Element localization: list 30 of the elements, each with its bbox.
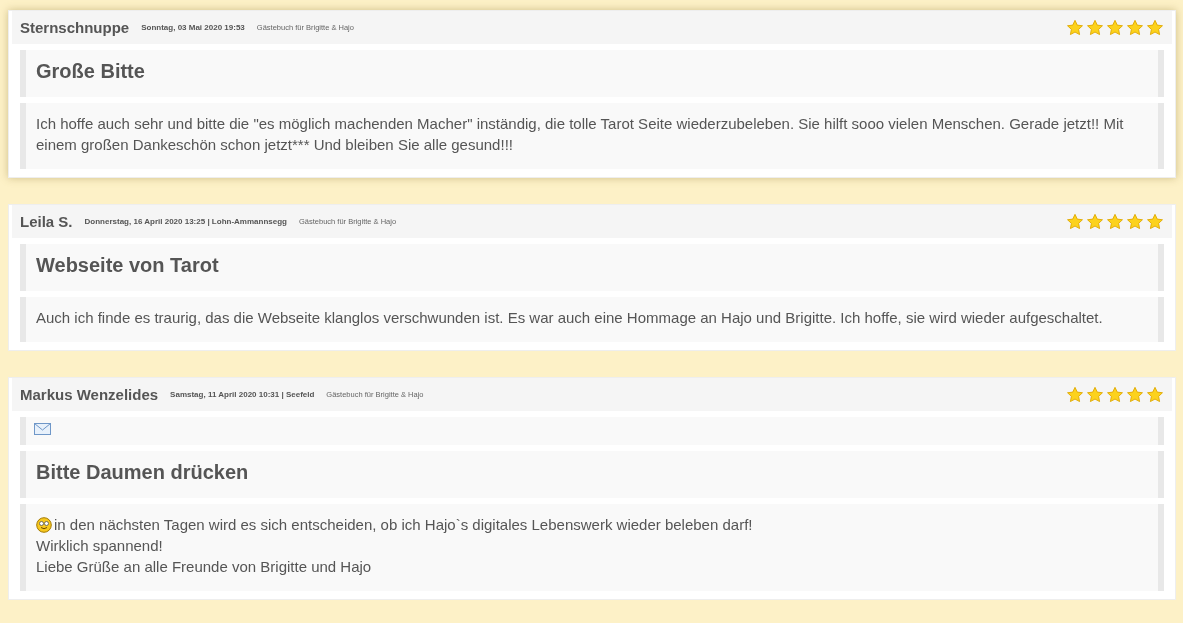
entry-date: Sonntag, 03 Mai 2020 19:53: [141, 23, 245, 32]
star-icon: [1066, 385, 1084, 404]
star-icon: [1066, 18, 1084, 37]
star-icon: [1086, 18, 1104, 37]
star-icon: [1106, 385, 1124, 404]
star-icon: [1086, 385, 1104, 404]
author-name: Leila S.: [20, 213, 73, 230]
star-icon: [1126, 18, 1144, 37]
star-icon: [1146, 18, 1164, 37]
author-name: Markus Wenzelides: [20, 386, 159, 403]
entry-date: Samstag, 11 April 2020 10:31 | Seefeld: [170, 390, 315, 399]
star-icon: [1126, 212, 1144, 231]
entry-text: Liebe Grüße an alle Freunde von Brigitte und Hajo: [36, 557, 372, 577]
star-icon: [1146, 385, 1164, 404]
entry-date: Donnerstag, 16 April 2020 13:25 | Lohn-Ammannsegg: [84, 217, 287, 226]
star-icon: [1106, 212, 1124, 231]
star-icon: [1126, 385, 1144, 404]
entry-text: in den nächsten Tagen wird es sich entscheiden, ob ich Hajo`s digitales Lebenswerk wieder beleben darf!: [54, 515, 753, 535]
star-icon: [1106, 18, 1124, 37]
entry-title: Webseite von Tarot: [36, 254, 220, 277]
entry-text: Auch ich finde es traurig, das die Webseite klanglos verschwunden ist. Es war auch eine Hommage an Hajo und Brigitte. Ich hoffe, sie wird wieder aufgeschaltet.: [36, 308, 1103, 328]
star-icon: [1086, 212, 1104, 231]
star-icon: [1066, 212, 1084, 231]
entry-title: Bitte Daumen drücken: [36, 461, 250, 484]
email-icon[interactable]: [34, 423, 51, 435]
entry-text: Ich hoffe auch sehr und bitte die "es möglich machenden Macher" inständig, die tolle Tarot Seite wiederzubeleben. Sie hilft sooo vielen Menschen. Gerade jetzt!! Mit einem großen Dankeschön schon jetzt*** Und bleiben Sie alle gesund!!!: [36, 114, 1125, 155]
entry-text: Wirklich spannend!: [36, 536, 163, 556]
author-name: Sternschnuppe: [20, 19, 130, 36]
entry-title: Große Bitte: [36, 60, 146, 83]
star-icon: [1146, 212, 1164, 231]
